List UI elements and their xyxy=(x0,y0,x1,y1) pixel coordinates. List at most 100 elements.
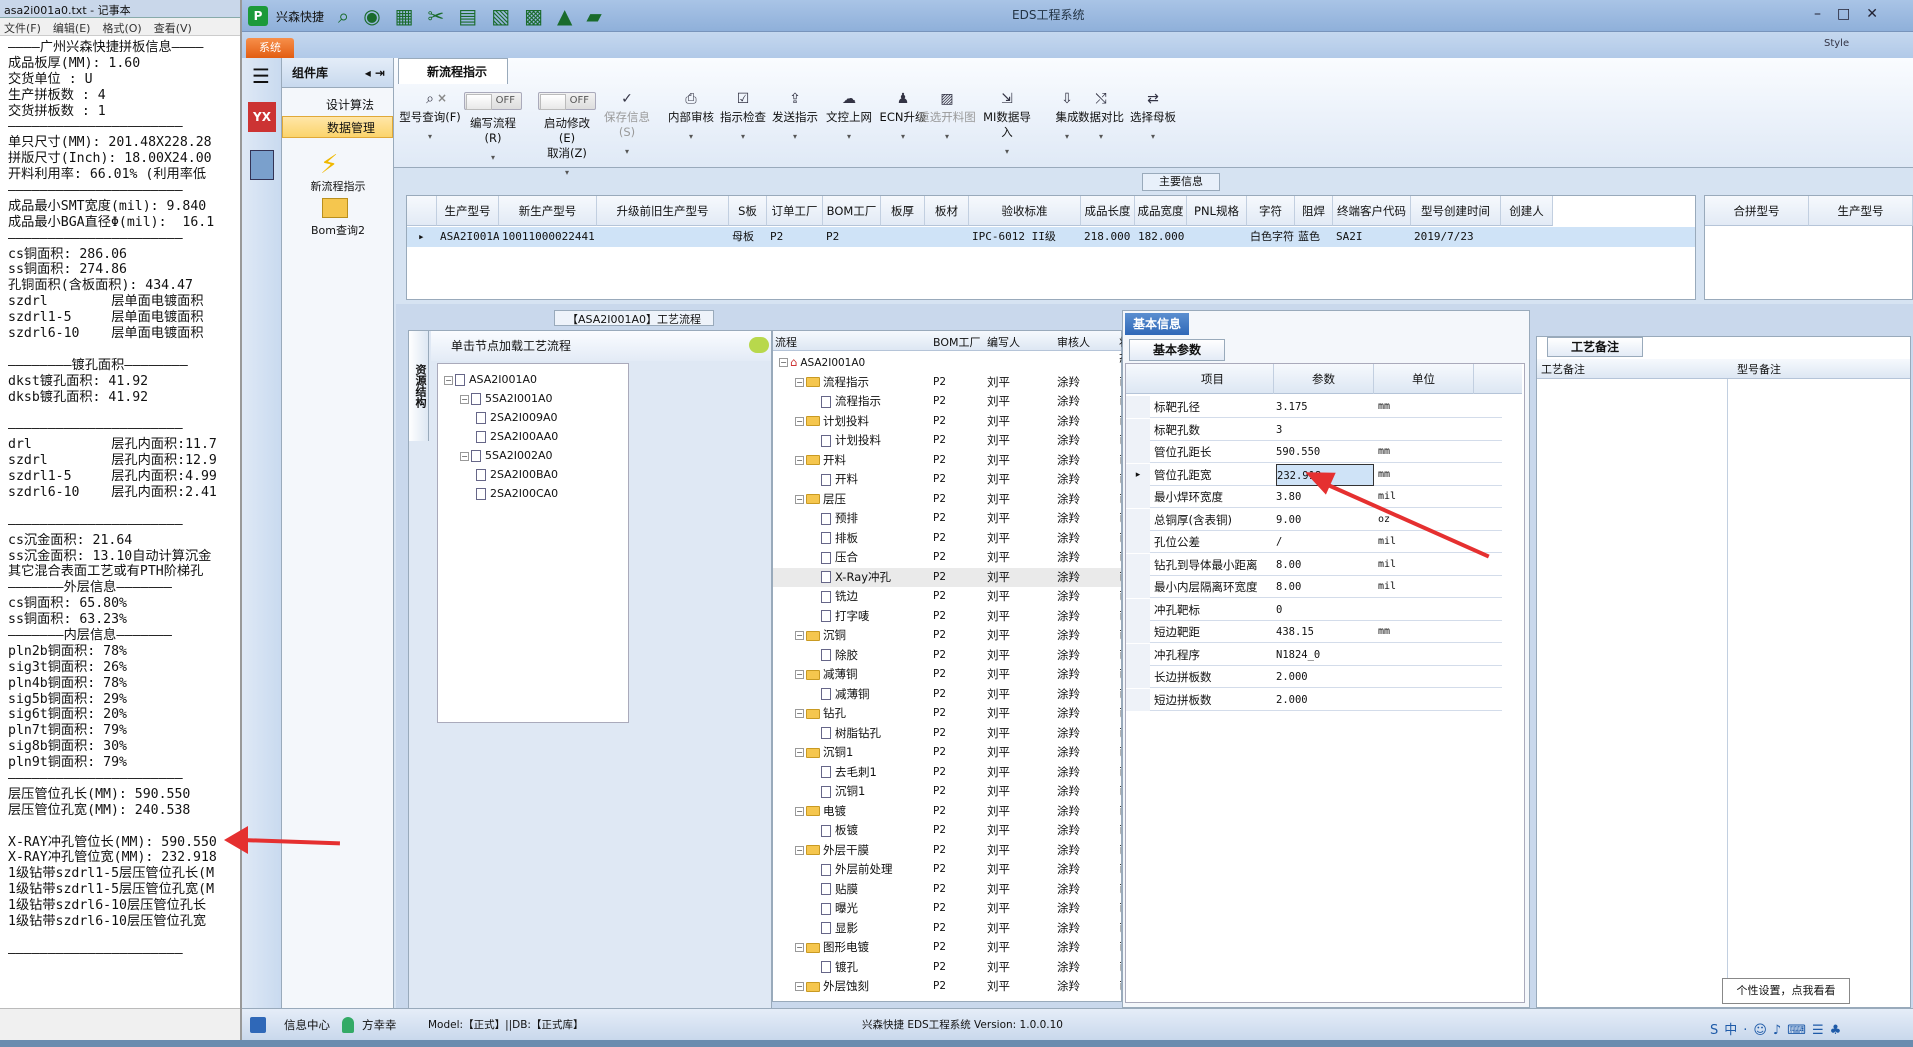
table-cell[interactable] xyxy=(925,227,969,247)
table-cell[interactable]: 10011000022441 xyxy=(499,227,597,247)
param-row[interactable]: 短边拼板数 2.000 xyxy=(1126,688,1502,711)
menu-icon[interactable]: ☰ xyxy=(246,64,276,88)
side-tab-resource[interactable]: 资源结构 xyxy=(409,331,429,441)
table-cell[interactable]: SA2I xyxy=(1333,227,1411,247)
notepad-menu-item[interactable]: 文件(F) xyxy=(4,22,41,35)
shortcut-new-process[interactable]: 新流程指示 xyxy=(282,178,394,194)
param-value[interactable]: 590.550 xyxy=(1276,441,1374,463)
table-cell[interactable] xyxy=(1187,227,1247,247)
table-cell[interactable] xyxy=(1501,227,1553,247)
process-row[interactable]: 排板 P2 刘平 涂羚 已上网 xyxy=(773,529,1121,548)
param-value[interactable]: 438.15 xyxy=(1276,621,1374,643)
table-cell[interactable]: IPC-6012 II级 xyxy=(969,227,1081,247)
col-item[interactable]: 项目 xyxy=(1152,364,1274,394)
process-row[interactable]: 外层前处理 P2 刘平 涂羚 已上网 xyxy=(773,860,1121,879)
expand-icon[interactable]: − xyxy=(795,845,804,855)
toolbar-button[interactable]: ⎙ 内部审核 ▾ xyxy=(662,92,720,144)
expand-icon[interactable]: − xyxy=(795,455,804,465)
expand-icon[interactable]: − xyxy=(779,358,788,367)
process-row[interactable]: − 电镀 P2 刘平 涂羚 已上网 xyxy=(773,802,1121,821)
column-header[interactable]: 成品宽度 xyxy=(1135,196,1187,226)
column-header[interactable]: 新生产型号 xyxy=(499,196,597,226)
param-value[interactable]: 9.00 xyxy=(1276,509,1374,531)
param-value[interactable]: 0 xyxy=(1276,599,1374,621)
toggle-switch[interactable]: OFF xyxy=(538,92,596,110)
process-row[interactable]: 贴膜 P2 刘平 涂羚 已上网 xyxy=(773,880,1121,899)
nav-item-design-algorithm[interactable]: 设计算法 xyxy=(282,94,393,116)
notepad-scrollbar[interactable] xyxy=(0,1008,240,1040)
toggle-switch[interactable]: OFF xyxy=(464,92,522,110)
process-row[interactable]: 减薄铜 P2 刘平 涂羚 已上网 xyxy=(773,685,1121,704)
expand-icon[interactable]: − xyxy=(795,494,804,504)
param-row[interactable]: 管位孔距长 590.550 mm xyxy=(1126,441,1502,463)
param-value[interactable]: N1824_0 xyxy=(1276,644,1374,666)
column-header[interactable]: 阻焊 xyxy=(1295,196,1333,226)
expand-icon[interactable]: − xyxy=(795,806,804,816)
toolbar-button[interactable]: ☁ 文控上网 ▾ xyxy=(820,92,878,144)
process-row[interactable]: 板镀 P2 刘平 涂羚 已上网 xyxy=(773,821,1121,840)
dropdown-arrow-icon[interactable]: ▾ xyxy=(464,150,522,165)
process-row[interactable]: − 沉铜1 P2 刘平 涂羚 已上网 xyxy=(773,743,1121,762)
toolbar-button-sublabel[interactable]: 取消(Z) xyxy=(538,146,596,161)
toolbar-button[interactable]: ⤭ 数据对比 ▾ xyxy=(1072,92,1130,144)
table-cell[interactable]: 蓝色 xyxy=(1295,227,1333,247)
quick-toolbar-icons[interactable]: ⌕◉▦✂▤▧▩▲▰ xyxy=(338,4,616,28)
tree-node[interactable]: − ASA2I001A0 xyxy=(444,370,537,389)
table-cell[interactable]: 182.000 xyxy=(1135,227,1187,247)
column-header[interactable]: 验收标准 xyxy=(969,196,1081,226)
col-param[interactable]: 参数 xyxy=(1274,364,1374,394)
process-row[interactable]: 压合 P2 刘平 涂羚 已上网 xyxy=(773,548,1121,567)
param-row[interactable]: 最小内层隔离环宽度 8.00 mil xyxy=(1126,576,1502,598)
process-row[interactable]: − 层压 P2 刘平 涂羚 已上网 xyxy=(773,490,1121,509)
table-cell[interactable]: 母板 xyxy=(729,227,767,247)
expand-icon[interactable]: − xyxy=(460,451,469,461)
expand-icon[interactable]: − xyxy=(460,394,469,404)
column-header[interactable]: 生产型号 xyxy=(437,196,499,226)
col-prod-model[interactable]: 生产型号 xyxy=(1809,196,1913,226)
param-value[interactable]: 8.00 xyxy=(1276,554,1374,576)
param-row[interactable]: 总铜厚(含表铜) 9.00 oz xyxy=(1126,508,1502,531)
collapse-arrows-icon[interactable]: ◂ ⇥ xyxy=(365,58,385,88)
param-row[interactable]: 冲孔程序 N1824_0 xyxy=(1126,643,1502,666)
tree-node[interactable]: 2SA2I00AA0 xyxy=(476,427,558,446)
tree-node[interactable]: 2SA2I00CA0 xyxy=(476,484,558,503)
toolbar-button[interactable]: OFF 启动修改(E) 取消(Z) ▾ xyxy=(538,92,596,180)
column-header[interactable]: S板 xyxy=(729,196,767,226)
param-row[interactable]: 冲孔靶标 0 xyxy=(1126,598,1502,621)
toolbar-button[interactable]: ⇲ MI数据导入 ▾ xyxy=(978,92,1036,159)
dropdown-arrow-icon[interactable]: ▾ xyxy=(918,129,976,144)
tree-node[interactable]: 2SA2I00BA0 xyxy=(476,465,558,484)
process-row[interactable]: 计划投料 P2 刘平 涂羚 已上网 xyxy=(773,431,1121,450)
table-cell[interactable]: 218.000 xyxy=(1081,227,1135,247)
process-row[interactable]: 树脂钻孔 P2 刘平 涂羚 已上网 xyxy=(773,724,1121,743)
dropdown-arrow-icon[interactable]: ▾ xyxy=(598,144,656,159)
tab-process-remark[interactable]: 工艺备注 xyxy=(1547,337,1643,357)
tab-basic-info[interactable]: 基本信息 xyxy=(1125,313,1189,335)
dropdown-arrow-icon[interactable]: ▾ xyxy=(714,129,772,144)
chat-bubble-icon[interactable] xyxy=(749,337,769,353)
column-header[interactable]: PNL规格 xyxy=(1187,196,1247,226)
folder-icon[interactable] xyxy=(322,198,348,218)
dropdown-arrow-icon[interactable]: ▾ xyxy=(766,129,824,144)
toolbar-button[interactable]: ☑ 指示检查 ▾ xyxy=(714,92,772,144)
notepad-menu-item[interactable]: 格式(O) xyxy=(102,22,141,35)
tree-node[interactable]: − 5SA2I002A0 xyxy=(460,446,552,465)
process-row[interactable]: − 钻孔 P2 刘平 涂羚 已上网 xyxy=(773,704,1121,723)
param-row[interactable]: 短边靶距 438.15 mm xyxy=(1126,621,1502,643)
toolbar-button[interactable]: ⇪ 发送指示 ▾ xyxy=(766,92,824,144)
toolbar-button[interactable]: ⇄ 选择母板 ▾ xyxy=(1124,92,1182,144)
process-row[interactable]: X-Ray冲孔 P2 刘平 涂羚 已上网 xyxy=(773,567,1121,587)
process-column-header[interactable]: 审核人 xyxy=(1057,334,1090,350)
column-header[interactable]: 创建人 xyxy=(1501,196,1553,226)
tree-node[interactable]: − 5SA2I001A0 xyxy=(460,389,552,408)
process-row[interactable]: 铣边 P2 刘平 涂羚 已上网 xyxy=(773,587,1121,606)
toolbar-button[interactable]: ✓ 保存信息(S) ▾ xyxy=(598,92,656,159)
tab-basic-params[interactable]: 基本参数 xyxy=(1129,339,1225,361)
dropdown-arrow-icon[interactable]: ▾ xyxy=(538,165,596,180)
col-process-remark[interactable]: 工艺备注 xyxy=(1541,361,1585,377)
param-value[interactable]: / xyxy=(1276,531,1374,553)
process-row[interactable]: 显影 P2 刘平 涂羚 已上网 xyxy=(773,919,1121,938)
lightning-icon[interactable]: ⚡ xyxy=(320,150,338,180)
table-cell[interactable] xyxy=(881,227,925,247)
process-root-node[interactable]: − ⌂ ASA2I001A0 xyxy=(773,353,1121,372)
